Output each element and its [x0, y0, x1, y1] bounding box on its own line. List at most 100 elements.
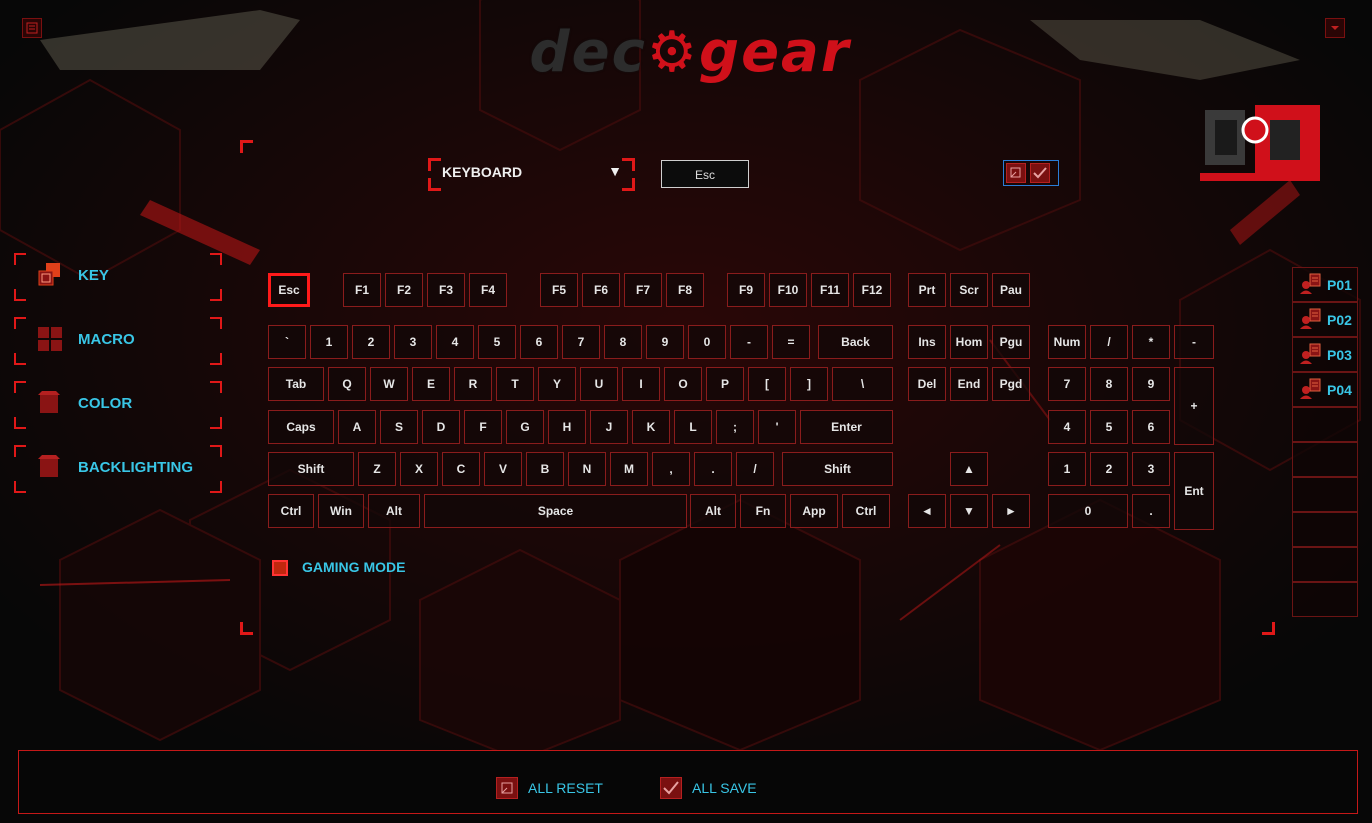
- key-shift-0[interactable]: Shift: [268, 452, 354, 486]
- key-caps-7[interactable]: J: [590, 410, 628, 444]
- key-caps-4[interactable]: F: [464, 410, 502, 444]
- key-caps-9[interactable]: L: [674, 410, 712, 444]
- profile-slot-2[interactable]: P02: [1292, 302, 1358, 337]
- selected-key-field[interactable]: Esc: [661, 160, 749, 188]
- menu-item-color[interactable]: COLOR: [14, 381, 222, 429]
- key-function-4[interactable]: F4: [469, 273, 507, 307]
- menu-item-backlighting[interactable]: BACKLIGHTING: [14, 445, 222, 493]
- key-tab-0[interactable]: Tab: [268, 367, 324, 401]
- profile-slot-5[interactable]: [1292, 407, 1358, 442]
- key-tab-8[interactable]: I: [622, 367, 660, 401]
- key-ctrl-1[interactable]: Win: [318, 494, 364, 528]
- key-tab-5[interactable]: T: [496, 367, 534, 401]
- key-tab-6[interactable]: Y: [538, 367, 576, 401]
- key-ctrl-3[interactable]: Space: [424, 494, 687, 528]
- key-shift-5[interactable]: B: [526, 452, 564, 486]
- key-tab-3[interactable]: E: [412, 367, 450, 401]
- key-caps-15[interactable]: 6: [1132, 410, 1170, 444]
- key-number-18[interactable]: /: [1090, 325, 1128, 359]
- key-ctrl-5[interactable]: Fn: [740, 494, 786, 528]
- key-caps-5[interactable]: G: [506, 410, 544, 444]
- key-ctrl-0[interactable]: Ctrl: [268, 494, 314, 528]
- key-number-1[interactable]: 1: [310, 325, 348, 359]
- key-caps-3[interactable]: D: [422, 410, 460, 444]
- key-shift-4[interactable]: V: [484, 452, 522, 486]
- key-shift-6[interactable]: N: [568, 452, 606, 486]
- gaming-mode-checkbox[interactable]: [272, 560, 288, 576]
- key-function-15[interactable]: Pau: [992, 273, 1030, 307]
- key-function-3[interactable]: F3: [427, 273, 465, 307]
- menu-icon[interactable]: [22, 18, 42, 38]
- key-tab-10[interactable]: P: [706, 367, 744, 401]
- key-number-16[interactable]: Pgu: [992, 325, 1030, 359]
- key-function-8[interactable]: F8: [666, 273, 704, 307]
- key-shift-1[interactable]: Z: [358, 452, 396, 486]
- key-shift-2[interactable]: X: [400, 452, 438, 486]
- key-number-14[interactable]: Ins: [908, 325, 946, 359]
- key-tab-15[interactable]: End: [950, 367, 988, 401]
- key-caps-1[interactable]: A: [338, 410, 376, 444]
- key-function-0[interactable]: Esc: [268, 273, 310, 307]
- key-caps-6[interactable]: H: [548, 410, 586, 444]
- key-number-4[interactable]: 4: [436, 325, 474, 359]
- checkmark-icon[interactable]: [1030, 163, 1050, 183]
- key-ctrl-10[interactable]: ►: [992, 494, 1030, 528]
- key-ctrl-9[interactable]: ▼: [950, 494, 988, 528]
- key-tab-13[interactable]: \: [832, 367, 893, 401]
- key-number-11[interactable]: -: [730, 325, 768, 359]
- key-number-3[interactable]: 3: [394, 325, 432, 359]
- key-tab-17[interactable]: 7: [1048, 367, 1086, 401]
- key-tab-12[interactable]: ]: [790, 367, 828, 401]
- menu-item-key[interactable]: KEY: [14, 253, 222, 301]
- key-number-20[interactable]: -: [1174, 325, 1214, 359]
- profile-slot-6[interactable]: [1292, 442, 1358, 477]
- key-number-12[interactable]: =: [772, 325, 810, 359]
- key-function-12[interactable]: F12: [853, 273, 891, 307]
- key-tab-16[interactable]: Pgd: [992, 367, 1030, 401]
- key-ctrl-11[interactable]: 0: [1048, 494, 1128, 528]
- profile-slot-4[interactable]: P04: [1292, 372, 1358, 407]
- key-number-8[interactable]: 8: [604, 325, 642, 359]
- key-shift-16[interactable]: Ent: [1174, 452, 1214, 530]
- key-shift-9[interactable]: .: [694, 452, 732, 486]
- profile-slot-3[interactable]: P03: [1292, 337, 1358, 372]
- menu-item-macro[interactable]: MACRO: [14, 317, 222, 365]
- key-tab-14[interactable]: Del: [908, 367, 946, 401]
- key-number-13[interactable]: Back: [818, 325, 893, 359]
- key-shift-8[interactable]: ,: [652, 452, 690, 486]
- key-number-17[interactable]: Num: [1048, 325, 1086, 359]
- key-number-19[interactable]: *: [1132, 325, 1170, 359]
- key-ctrl-2[interactable]: Alt: [368, 494, 420, 528]
- key-caps-14[interactable]: 5: [1090, 410, 1128, 444]
- key-shift-15[interactable]: 3: [1132, 452, 1170, 486]
- key-tab-18[interactable]: 8: [1090, 367, 1128, 401]
- key-number-5[interactable]: 5: [478, 325, 516, 359]
- key-tab-4[interactable]: R: [454, 367, 492, 401]
- profile-slot-8[interactable]: [1292, 512, 1358, 547]
- key-function-14[interactable]: Scr: [950, 273, 988, 307]
- key-tab-7[interactable]: U: [580, 367, 618, 401]
- key-ctrl-7[interactable]: Ctrl: [842, 494, 890, 528]
- key-shift-12[interactable]: ▲: [950, 452, 988, 486]
- minimize-icon[interactable]: [1325, 18, 1345, 38]
- key-ctrl-12[interactable]: .: [1132, 494, 1170, 528]
- key-number-0[interactable]: `: [268, 325, 306, 359]
- profile-slot-9[interactable]: [1292, 547, 1358, 582]
- key-number-7[interactable]: 7: [562, 325, 600, 359]
- profile-slot-10[interactable]: [1292, 582, 1358, 617]
- key-tab-9[interactable]: O: [664, 367, 702, 401]
- reset-icon[interactable]: [1006, 163, 1026, 183]
- key-tab-19[interactable]: 9: [1132, 367, 1170, 401]
- device-select[interactable]: KEYBOARD ▼: [428, 158, 635, 191]
- key-caps-0[interactable]: Caps: [268, 410, 334, 444]
- key-function-7[interactable]: F7: [624, 273, 662, 307]
- key-shift-7[interactable]: M: [610, 452, 648, 486]
- key-function-13[interactable]: Prt: [908, 273, 946, 307]
- key-number-10[interactable]: 0: [688, 325, 726, 359]
- profile-slot-1[interactable]: P01: [1292, 267, 1358, 302]
- profile-slot-7[interactable]: [1292, 477, 1358, 512]
- key-ctrl-6[interactable]: App: [790, 494, 838, 528]
- all-reset-button[interactable]: ALL RESET: [496, 777, 626, 801]
- key-shift-13[interactable]: 1: [1048, 452, 1086, 486]
- key-function-9[interactable]: F9: [727, 273, 765, 307]
